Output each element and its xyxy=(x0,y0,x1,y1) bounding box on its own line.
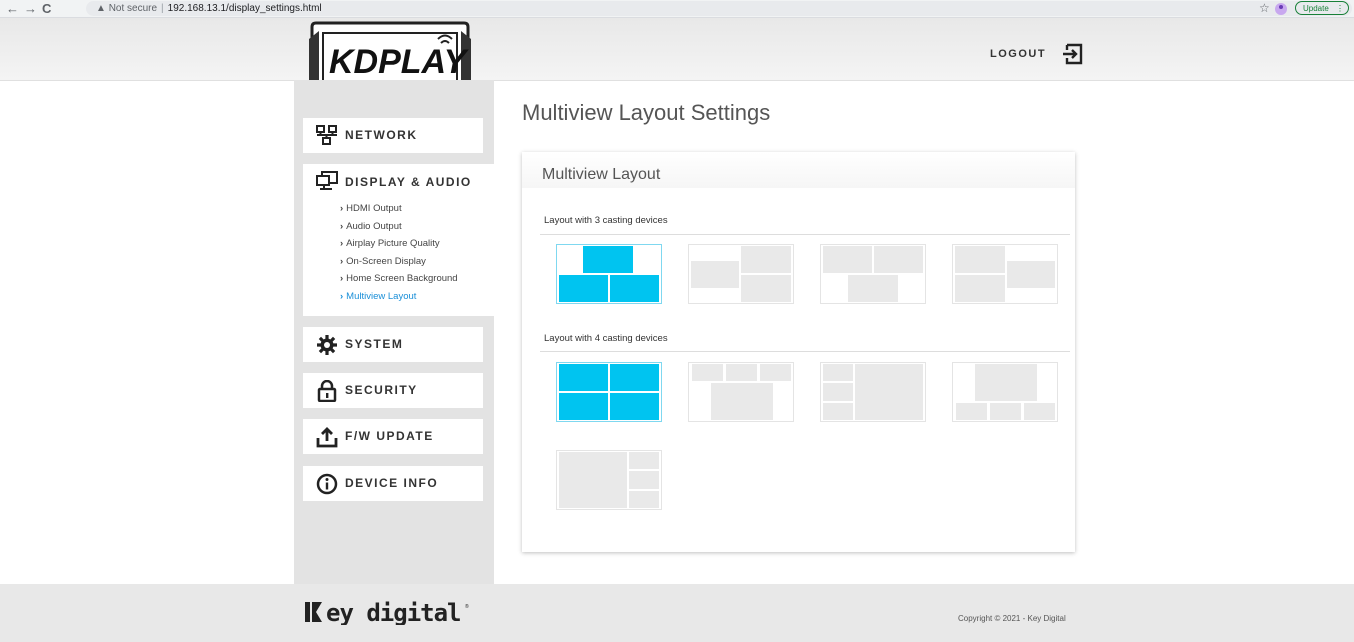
divider xyxy=(540,351,1070,352)
multiview-layout-card: Multiview Layout Layout with 3 casting d… xyxy=(522,152,1075,552)
url-text: 192.168.13.1/display_settings.html xyxy=(167,3,322,14)
more-icon: ⋮ xyxy=(1336,4,1344,13)
copyright-text: Copyright © 2021 - Key Digital xyxy=(958,614,1066,623)
submenu-hdmi-output[interactable]: › HDMI Output xyxy=(340,200,458,218)
submenu-audio-output[interactable]: › Audio Output xyxy=(340,218,458,236)
layout-4-option-1[interactable] xyxy=(556,362,662,422)
update-label: Update xyxy=(1303,4,1329,13)
forward-icon[interactable]: → xyxy=(24,0,37,17)
logout-icon[interactable] xyxy=(1061,42,1085,66)
layout-4-option-2-preview xyxy=(692,364,791,420)
display-icon xyxy=(316,171,338,190)
sidebar-item-label: DISPLAY & AUDIO xyxy=(345,175,472,189)
bookmark-star-icon[interactable]: ☆ xyxy=(1259,0,1270,17)
svg-text:KDPLAY: KDPLAY xyxy=(329,43,470,81)
back-icon[interactable]: ← xyxy=(6,0,19,17)
layout-3-option-3-preview xyxy=(823,246,923,302)
sidebar-item-label: DEVICE INFO xyxy=(345,476,439,490)
layout-3-option-4-preview xyxy=(955,246,1055,302)
sidebar-item-device-info[interactable]: DEVICE INFO xyxy=(303,466,483,501)
layout-4-option-1-preview xyxy=(559,364,659,420)
display-audio-submenu: › HDMI Output › Audio Output › Airplay Pict… xyxy=(340,200,458,305)
sidebar-item-security[interactable]: SECURITY xyxy=(303,373,483,408)
layout-4-option-4[interactable] xyxy=(952,362,1058,422)
layout-4-option-3-preview xyxy=(823,364,923,420)
network-icon xyxy=(316,125,337,145)
svg-text:®: ® xyxy=(465,603,469,610)
layout-3-option-3[interactable] xyxy=(820,244,926,304)
warning-icon: ▲ xyxy=(96,3,109,14)
layout-3-option-1[interactable] xyxy=(556,244,662,304)
sidebar-item-fw-update[interactable]: F/W UPDATE xyxy=(303,419,483,454)
info-icon xyxy=(316,473,338,495)
layout-4-option-5-preview xyxy=(559,452,659,508)
lock-icon xyxy=(317,380,337,402)
svg-text:ey digital: ey digital xyxy=(326,599,461,625)
layout-4-option-5[interactable] xyxy=(556,450,662,510)
layout-3-option-2-preview xyxy=(691,246,791,302)
page-header xyxy=(0,18,1354,81)
layout-4-option-2[interactable] xyxy=(688,362,794,422)
profile-avatar[interactable] xyxy=(1275,3,1287,15)
layout-3-option-4[interactable] xyxy=(952,244,1058,304)
sidebar-item-label: SYSTEM xyxy=(345,337,404,351)
logout-link[interactable]: LOGOUT xyxy=(990,48,1046,60)
divider xyxy=(540,234,1070,235)
upload-icon xyxy=(316,427,338,448)
sidebar-item-label: SECURITY xyxy=(345,383,418,397)
browser-toolbar: ← → C ▲ Not secure | 192.168.13.1/display_… xyxy=(0,0,1354,18)
sidebar-item-label: NETWORK xyxy=(345,128,418,142)
group-label-3-devices: Layout with 3 casting devices xyxy=(544,215,668,226)
card-title: Multiview Layout xyxy=(542,166,661,183)
not-secure-label: Not secure xyxy=(108,3,158,14)
page-title: Multiview Layout Settings xyxy=(522,100,771,125)
sidebar-item-system[interactable]: SYSTEM xyxy=(303,327,483,362)
sidebar-item-label: F/W UPDATE xyxy=(345,429,434,443)
page-footer xyxy=(0,584,1354,642)
sidebar-item-network[interactable]: NETWORK xyxy=(303,118,483,153)
update-button[interactable]: Update ⋮ xyxy=(1295,1,1349,15)
card-header: Multiview Layout xyxy=(522,152,1075,188)
submenu-on-screen-display[interactable]: › On-Screen Display xyxy=(340,253,458,271)
url-separator: | xyxy=(161,3,164,14)
submenu-airplay-picture-quality[interactable]: › Airplay Picture Quality xyxy=(340,235,458,253)
key-digital-logo: ey digital ® xyxy=(305,599,469,625)
submenu-multiview-layout[interactable]: › Multiview Layout xyxy=(340,288,458,306)
sidebar-item-display-audio[interactable]: DISPLAY & AUDIO › HDMI Output › Audio Outp… xyxy=(303,164,494,316)
layout-4-option-3[interactable] xyxy=(820,362,926,422)
group-label-4-devices: Layout with 4 casting devices xyxy=(544,333,668,344)
url-display[interactable]: ▲ Not secure | 192.168.13.1/display_settin… xyxy=(96,0,322,17)
submenu-home-screen-background[interactable]: › Home Screen Background xyxy=(340,270,458,288)
layout-3-option-2[interactable] xyxy=(688,244,794,304)
layout-4-option-4-preview xyxy=(956,364,1055,420)
gear-icon xyxy=(317,335,337,355)
reload-icon[interactable]: C xyxy=(42,0,51,17)
layout-3-option-1-preview xyxy=(559,246,659,302)
